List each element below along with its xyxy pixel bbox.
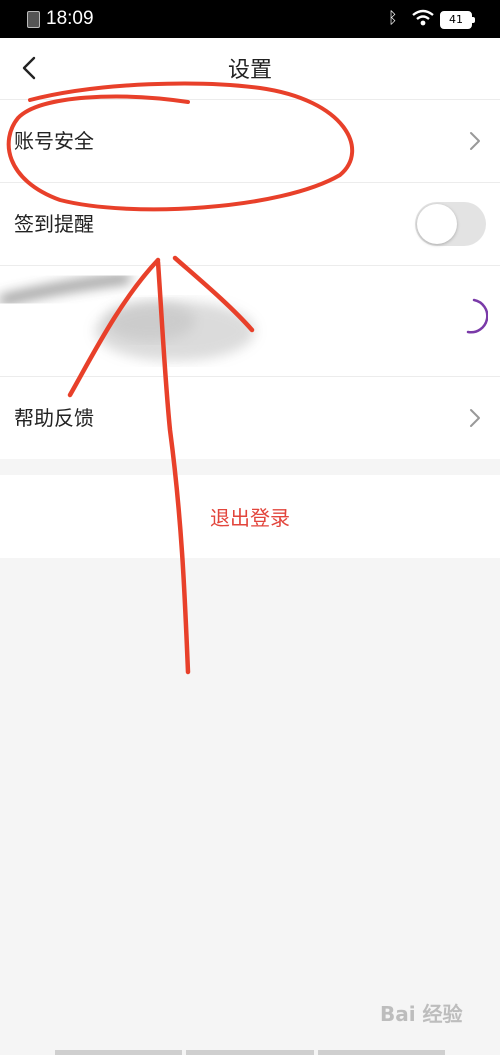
help-feedback-row[interactable]: 帮助反馈 — [0, 376, 500, 459]
logout-button[interactable]: 退出登录 — [0, 475, 500, 558]
page-title: 设置 — [227, 58, 272, 83]
settings-list: 账号安全 签到提醒 帮助反馈 — [0, 99, 500, 459]
indicator-segment — [55, 1050, 183, 1055]
bottom-indicator — [55, 1050, 445, 1055]
obscured-row — [0, 265, 500, 376]
account-security-row[interactable]: 账号安全 — [0, 99, 500, 182]
chevron-right-icon — [470, 409, 480, 427]
chevron-right-icon — [470, 132, 480, 150]
indicator-segment — [186, 1050, 314, 1055]
watermark-logo: Bai 经验 — [380, 1002, 463, 1026]
indicator-segment — [317, 1050, 445, 1055]
checkin-reminder-toggle[interactable] — [415, 202, 486, 246]
status-bar: 18:09 ᛒ 41 — [0, 0, 500, 38]
status-time: 18:09 — [46, 8, 94, 29]
wifi-icon — [412, 9, 434, 26]
account-security-label: 账号安全 — [14, 129, 94, 153]
loading-spinner-icon — [466, 298, 488, 334]
redaction-smudge — [0, 273, 255, 361]
battery-icon: 41 — [440, 11, 475, 29]
nav-bar: 设置 — [0, 38, 500, 99]
notification-icon — [27, 11, 40, 28]
toggle-knob — [417, 204, 457, 244]
logout-label: 退出登录 — [210, 506, 290, 530]
checkin-reminder-row: 签到提醒 — [0, 182, 500, 265]
help-feedback-label: 帮助反馈 — [14, 406, 94, 430]
bluetooth-icon: ᛒ — [388, 8, 398, 27]
checkin-reminder-label: 签到提醒 — [14, 212, 94, 236]
battery-level: 41 — [449, 13, 463, 26]
